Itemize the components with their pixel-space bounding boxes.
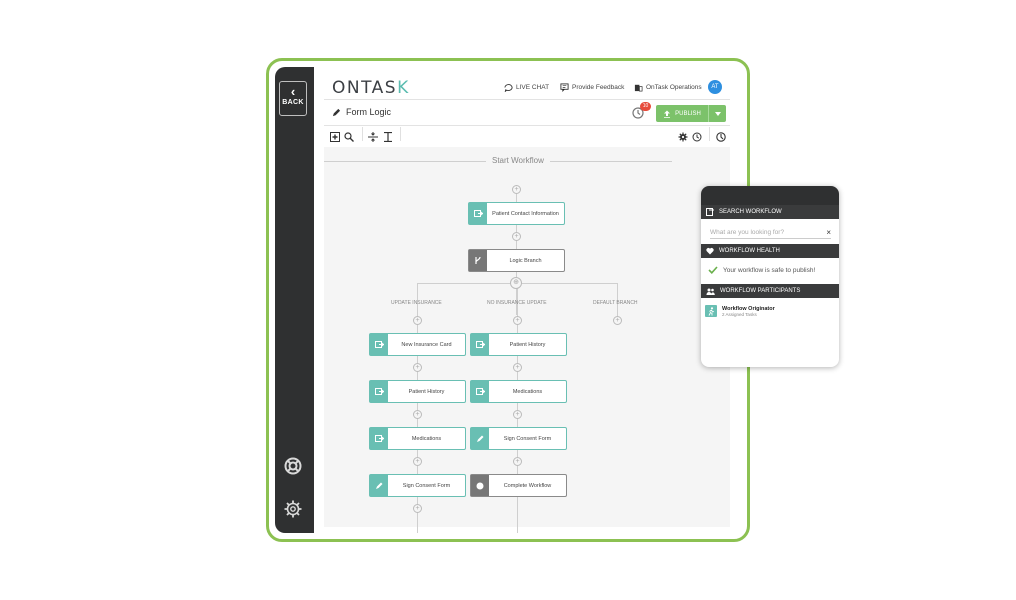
workflow-health-header: WORKFLOW HEALTH: [701, 244, 839, 258]
back-label: BACK: [282, 99, 304, 106]
node-logic-branch[interactable]: Logic Branch: [468, 249, 565, 272]
operations-link[interactable]: OnTask Operations: [634, 83, 702, 92]
building-icon: [634, 84, 643, 92]
toolbar-separator: [709, 127, 710, 141]
branch-hub-plus-icon[interactable]: ⊕: [510, 277, 522, 289]
add-step-icon[interactable]: [330, 129, 340, 142]
add-step-plus-icon[interactable]: +: [513, 316, 522, 325]
search-workflow-header: SEARCH WORKFLOW: [701, 205, 839, 219]
help-lifebuoy-icon[interactable]: [283, 456, 303, 476]
toolbar-separator: [362, 127, 363, 141]
feedback-icon: [560, 83, 569, 92]
search-doc-icon: [706, 208, 714, 216]
provide-feedback-link[interactable]: Provide Feedback: [560, 83, 624, 92]
add-step-plus-icon[interactable]: +: [413, 316, 422, 325]
form-icon: [471, 334, 489, 355]
history-icon[interactable]: [692, 129, 702, 142]
workflow-canvas[interactable]: Start Workflow + Patient Contact Informa…: [324, 147, 730, 533]
settings-gear-icon[interactable]: [678, 129, 688, 142]
node-sign-consent-form[interactable]: Sign Consent Form: [470, 427, 567, 450]
chevron-left-icon: ‹: [290, 84, 296, 99]
start-workflow-label: Start Workflow: [486, 156, 550, 165]
live-chat-link[interactable]: LIVE CHAT: [504, 83, 549, 92]
branch-icon: [469, 250, 487, 271]
signature-pen-icon: [370, 475, 388, 496]
branch-label-update: UPDATE INSURANCE: [391, 300, 442, 306]
node-sign-consent-form[interactable]: Sign Consent Form: [369, 474, 466, 497]
add-step-plus-icon[interactable]: +: [513, 363, 522, 372]
node-patient-history[interactable]: Patient History: [470, 333, 567, 356]
add-step-plus-icon[interactable]: +: [512, 232, 521, 241]
users-icon: [706, 288, 715, 295]
user-avatar[interactable]: AT: [708, 80, 722, 94]
ontask-logo: ONTASK: [332, 78, 410, 98]
signature-pen-icon: [471, 428, 489, 449]
add-step-plus-icon[interactable]: +: [413, 504, 422, 513]
node-medications[interactable]: Medications: [470, 380, 567, 403]
node-patient-contact[interactable]: Patient Contact Information: [468, 202, 565, 225]
node-patient-history[interactable]: Patient History: [369, 380, 466, 403]
node-complete-workflow[interactable]: Complete Workflow: [470, 474, 567, 497]
panel-header-bar: [701, 186, 839, 205]
collapse-vertical-icon[interactable]: [368, 129, 378, 142]
search-icon[interactable]: [344, 129, 354, 142]
form-icon: [469, 203, 487, 224]
pencil-icon: [332, 108, 341, 116]
add-step-plus-icon[interactable]: +: [613, 316, 622, 325]
participant-item[interactable]: Workflow Originator 2 Assigned Tasks: [701, 298, 839, 324]
add-step-plus-icon[interactable]: +: [413, 363, 422, 372]
toolbar-separator: [400, 127, 401, 141]
node-new-insurance-card[interactable]: New Insurance Card: [369, 333, 466, 356]
notification-badge: 10: [640, 102, 651, 111]
branch-label-no-update: NO INSURANCE UPDATE: [487, 300, 547, 306]
stop-circle-icon: [471, 475, 489, 496]
checkmark-icon: [708, 266, 718, 274]
node-medications[interactable]: Medications: [369, 427, 466, 450]
heart-pulse-icon: [706, 248, 714, 255]
search-workflow-field[interactable]: ×: [710, 226, 831, 239]
form-title[interactable]: Form Logic: [332, 107, 391, 117]
add-step-plus-icon[interactable]: +: [413, 457, 422, 466]
divider: [324, 125, 730, 126]
publish-button[interactable]: PUBLISH: [656, 105, 726, 122]
form-icon: [370, 381, 388, 402]
text-height-icon[interactable]: [383, 129, 393, 143]
workflow-participants-header: WORKFLOW PARTICIPANTS: [701, 284, 839, 298]
back-button[interactable]: ‹ BACK: [279, 81, 307, 116]
clear-search-icon[interactable]: ×: [826, 228, 831, 237]
upload-icon: [664, 110, 671, 118]
search-input[interactable]: [710, 228, 810, 236]
add-step-plus-icon[interactable]: +: [512, 185, 521, 194]
chat-bubble-icon: [504, 84, 513, 92]
divider: [324, 99, 730, 100]
publish-dropdown-caret-icon[interactable]: [708, 105, 726, 122]
settings-gear-icon[interactable]: [283, 499, 303, 519]
form-icon: [370, 428, 388, 449]
form-icon: [370, 334, 388, 355]
add-step-plus-icon[interactable]: +: [513, 410, 522, 419]
form-icon: [471, 381, 489, 402]
add-step-plus-icon[interactable]: +: [513, 457, 522, 466]
health-status: Your workflow is safe to publish!: [701, 258, 839, 284]
runner-icon: [705, 305, 717, 317]
add-step-plus-icon[interactable]: +: [413, 410, 422, 419]
workflow-side-panel: SEARCH WORKFLOW × WORKFLOW HEALTH Your w…: [701, 186, 839, 367]
branch-label-default: DEFAULT BRANCH: [593, 300, 638, 306]
app-main: ONTASK LIVE CHAT Provide Feedback OnTask…: [314, 67, 740, 533]
clock-settings-icon[interactable]: [716, 129, 726, 142]
